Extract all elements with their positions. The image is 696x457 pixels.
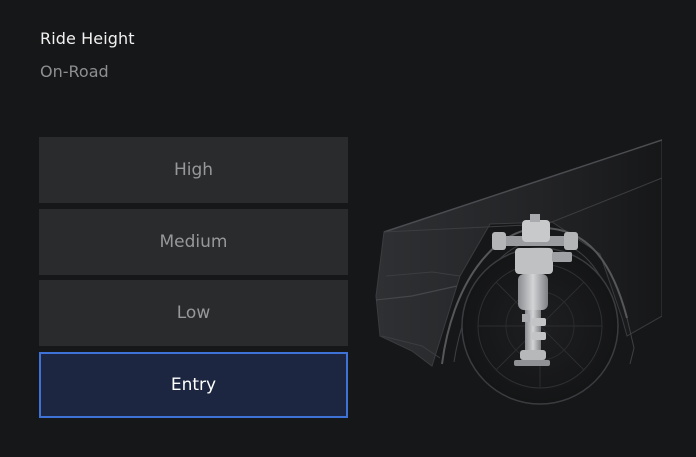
ride-height-entry-button[interactable]: Entry (39, 351, 348, 418)
option-label: Medium (159, 231, 228, 252)
ride-height-low-button[interactable]: Low (39, 280, 348, 346)
drive-mode-label: On-Road (40, 62, 109, 81)
option-label: High (173, 160, 214, 180)
ride-height-medium-button[interactable]: Medium (39, 208, 348, 275)
ride-height-options: High Medium Low Entry (39, 137, 348, 423)
ride-height-high-button[interactable]: High (39, 137, 348, 203)
option-label: Low (176, 303, 211, 323)
panel-title: Ride Height (40, 29, 135, 48)
vehicle-suspension-illustration (375, 139, 662, 405)
option-label: Entry (170, 374, 217, 395)
ride-height-panel: Ride Height On-Road High Medium Low Entr… (0, 0, 696, 457)
